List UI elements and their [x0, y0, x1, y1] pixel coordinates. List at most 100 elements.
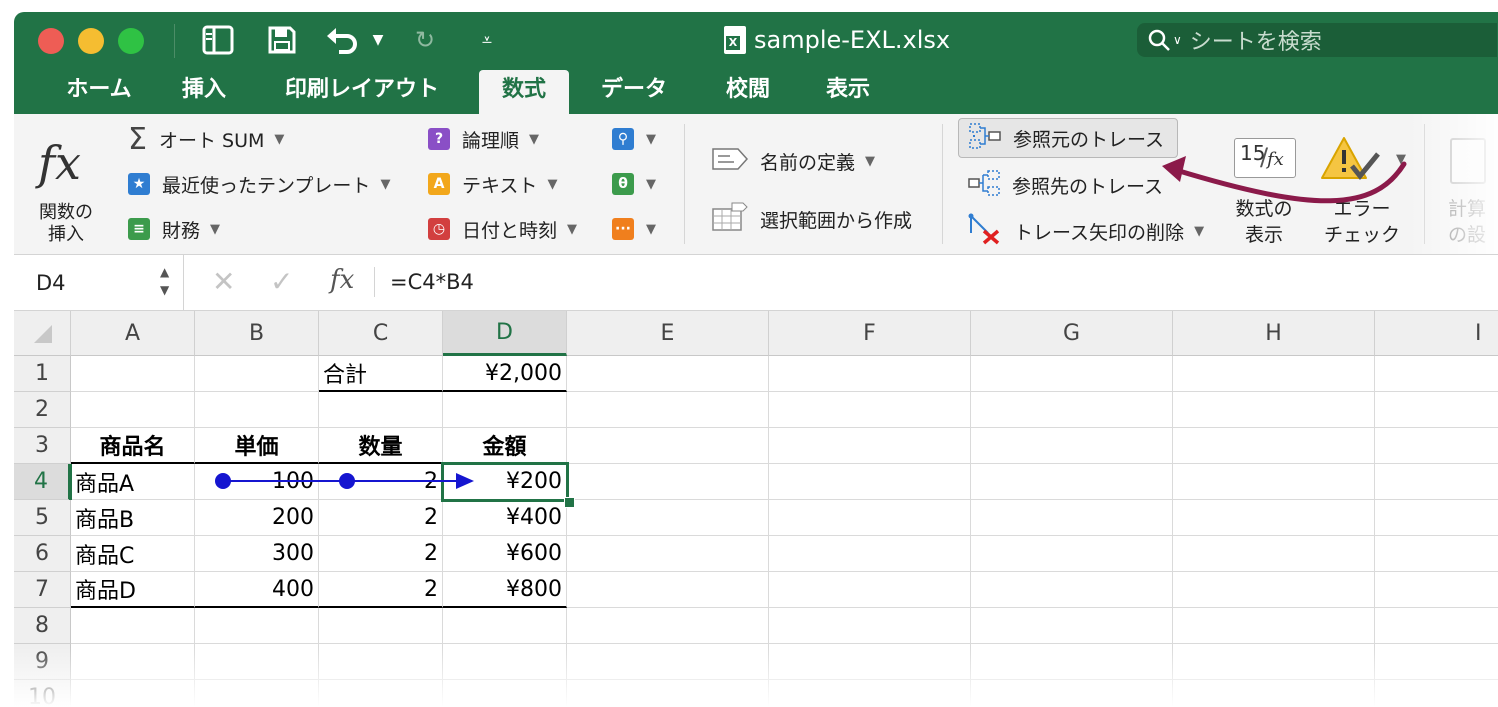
date-time-button[interactable]: ◷ 日付と時刻 ▼ [428, 214, 577, 244]
excel-window: ▼ ↻ ⩡ X sample-EXL.xlsx ∨ シートを検索 ホーム 挿入 … [14, 12, 1498, 707]
sidebar-toggle-icon[interactable] [200, 22, 236, 58]
create-from-selection-label: 選択範囲から作成 [760, 209, 913, 232]
fx-icon: fx [38, 136, 81, 190]
search-icon [1147, 28, 1171, 52]
tab-data[interactable]: データ [592, 70, 676, 114]
formula-bar: D4 ▲ ▼ ✕ ✓ fx =C4*B4 [14, 255, 1498, 311]
formula-input[interactable]: =C4*B4 [390, 270, 474, 294]
save-icon[interactable] [264, 22, 300, 58]
worksheet-grid: A B C D E F G H I 1 2 3 4 5 6 7 8 9 10 合… [14, 311, 1498, 707]
cell-c6[interactable]: 2 [319, 536, 443, 572]
name-box-value: D4 [36, 271, 66, 295]
chevron-down-icon: ▼ [529, 131, 540, 147]
tab-insert[interactable]: 挿入 [164, 70, 244, 114]
date-time-label: 日付と時刻 [462, 219, 558, 242]
trace-precedents-icon [969, 122, 1001, 155]
recently-used-button[interactable]: ★ 最近使ったテンプレート ▼ [128, 169, 390, 199]
row-header-10[interactable]: 10 [14, 680, 71, 707]
chevron-down-icon: ▼ [380, 176, 391, 192]
trace-precedent-arrow [215, 473, 474, 489]
excel-file-icon: X [724, 26, 746, 54]
row-header-8[interactable]: 8 [14, 608, 71, 644]
tag-icon [712, 147, 749, 175]
financial-icon: ≡ [128, 218, 150, 240]
redo-icon: ↻ [414, 26, 436, 54]
clock-icon: ◷ [428, 218, 450, 240]
define-name-button[interactable]: 名前の定義 ▼ [712, 146, 875, 176]
text-button[interactable]: A テキスト ▼ [428, 169, 557, 199]
customize-toolbar-icon[interactable]: ⩡ [474, 22, 500, 58]
search-sheet-field[interactable]: ∨ シートを検索 [1137, 23, 1497, 57]
calculation-options-button[interactable]: 計算 の設 [1438, 134, 1498, 250]
cell-b6[interactable]: 300 [195, 536, 319, 572]
tab-review[interactable]: 校閲 [708, 70, 788, 114]
more-functions-button[interactable]: ··· ▼ [612, 214, 656, 244]
cell-a7[interactable]: 商品D [71, 572, 195, 608]
autosum-label: オート SUM [158, 129, 265, 152]
document-title: sample-EXL.xlsx [754, 26, 951, 54]
name-box[interactable]: D4 ▲ ▼ [14, 255, 184, 310]
text-label: テキスト [462, 174, 538, 197]
column-header-g[interactable]: G [971, 311, 1173, 356]
trace-dependents-icon [968, 169, 1000, 202]
lookup-button[interactable]: ⚲ ▼ [612, 124, 656, 154]
chevron-down-icon: ▼ [646, 221, 656, 237]
recently-used-label: 最近使ったテンプレート [162, 174, 371, 197]
tab-formulas[interactable]: 数式 [479, 70, 569, 114]
column-header-i[interactable]: I [1375, 311, 1498, 356]
row-header-9[interactable]: 9 [14, 644, 71, 680]
logical-button[interactable]: ? 論理順 ▼ [428, 124, 539, 154]
text-icon: A [428, 173, 450, 195]
undo-icon[interactable] [324, 22, 360, 58]
enter-icon[interactable]: ✓ [270, 265, 293, 298]
tab-home[interactable]: ホーム [44, 70, 154, 114]
ribbon-tabs: ホーム 挿入 印刷レイアウト 数式 データ 校閲 表示 [14, 70, 1498, 114]
cell-d6[interactable]: ¥600 [443, 536, 567, 572]
titlebar-divider [174, 24, 175, 58]
calculation-options-label: 計算 の設 [1448, 198, 1487, 246]
question-icon: ? [428, 128, 450, 150]
insert-function-fx-icon[interactable]: fx [330, 265, 354, 295]
chevron-down-icon: ▼ [1194, 223, 1205, 239]
undo-dropdown-chevron-icon[interactable]: ▼ [368, 22, 388, 58]
financial-button[interactable]: ≡ 財務 ▼ [128, 214, 220, 244]
close-window-button[interactable] [38, 28, 64, 54]
tab-page-layout[interactable]: 印刷レイアウト [272, 70, 452, 114]
row-header-6[interactable]: 6 [14, 536, 71, 572]
tab-view[interactable]: 表示 [808, 70, 888, 114]
insert-function-button[interactable]: fx 関数の 挿入 [28, 124, 104, 249]
cell-c7[interactable]: 2 [319, 572, 443, 608]
zoom-window-button[interactable] [118, 28, 144, 54]
name-box-stepper-icon[interactable]: ▲ ▼ [160, 263, 169, 299]
row-header-7[interactable]: 7 [14, 572, 71, 608]
math-trig-button[interactable]: θ ▼ [612, 169, 656, 199]
column-header-h[interactable]: H [1173, 311, 1375, 356]
ribbon-divider [684, 124, 685, 244]
chevron-down-icon: ▼ [547, 176, 558, 192]
sigma-icon: Σ [128, 121, 147, 157]
chevron-down-icon: ▼ [567, 221, 578, 237]
minimize-window-button[interactable] [78, 28, 104, 54]
chevron-down-icon: ▼ [210, 221, 221, 237]
search-chevron-icon: ∨ [1173, 33, 1182, 47]
column-header-f[interactable]: F [769, 311, 971, 356]
financial-label: 財務 [162, 219, 201, 242]
create-from-selection-button[interactable]: 選択範囲から作成 [712, 202, 912, 236]
cell-b7[interactable]: 400 [195, 572, 319, 608]
title-bar: ▼ ↻ ⩡ X sample-EXL.xlsx ∨ シートを検索 [14, 12, 1498, 70]
calculator-icon [1450, 138, 1486, 184]
table-icon [712, 202, 748, 237]
more-icon: ··· [612, 218, 634, 240]
chevron-down-icon: ▼ [274, 131, 285, 147]
define-name-label: 名前の定義 [760, 151, 856, 174]
cell-d7[interactable]: ¥800 [443, 572, 567, 608]
formula-bar-divider [374, 267, 375, 297]
star-icon: ★ [128, 173, 150, 195]
chevron-down-icon: ▼ [865, 153, 876, 169]
chevron-down-icon: ▼ [646, 176, 656, 192]
ribbon-divider [942, 124, 943, 244]
cell-a6[interactable]: 商品C [71, 536, 195, 572]
remove-arrows-icon [968, 213, 1002, 250]
autosum-button[interactable]: Σ オート SUM ▼ [128, 121, 285, 157]
cancel-icon[interactable]: ✕ [212, 265, 235, 298]
